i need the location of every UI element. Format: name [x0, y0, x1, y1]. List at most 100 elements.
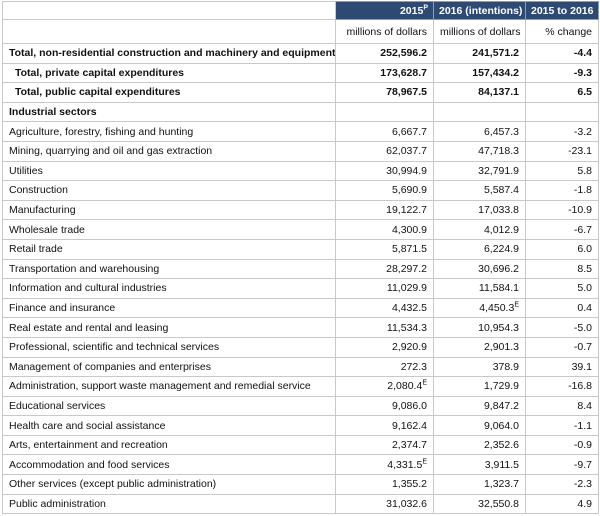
units-row: millions of dollars millions of dollars … [2, 19, 599, 44]
value-2015: 2,080.4E [335, 376, 434, 397]
row-label: Arts, entertainment and recreation [2, 434, 336, 456]
row-label: Total, public capital expenditures [2, 82, 336, 103]
value-2015: 28,297.2 [335, 258, 434, 280]
value-2016-text: 11,584.1 [478, 282, 519, 295]
table-row: Educational services 9,086.0 9,847.2 8.4 [2, 395, 599, 417]
value-2015-text: 4,331.5 [387, 458, 423, 471]
value-2015: 31,032.6 [335, 493, 434, 515]
value-2016-text: 4,450.3 [479, 302, 515, 315]
percent-change: -3.2 [525, 121, 599, 142]
value-2016: 6,224.9 [433, 238, 526, 260]
quality-flag: E [422, 379, 427, 387]
value-2016-text: 6,224.9 [483, 243, 519, 256]
value-2015-text: 78,967.5 [386, 86, 427, 99]
percent-change: -2.3 [525, 474, 599, 495]
row-label: Educational services [2, 395, 336, 417]
value-2016-text: 2,901.3 [483, 341, 519, 354]
quality-flag: E [514, 301, 519, 309]
percent-change: -16.8 [525, 376, 599, 397]
row-label: Management of companies and enterprises [2, 356, 336, 378]
value-2016: 2,352.6 [433, 434, 526, 456]
table-row: Transportation and warehousing 28,297.2 30… [2, 258, 599, 280]
percent-change: -5.0 [525, 317, 599, 338]
row-label: Agriculture, forestry, fishing and hunti… [2, 121, 336, 142]
units-corner [2, 19, 336, 44]
value-2016-text: 4,012.9 [483, 223, 519, 236]
table-row: Administration, support waste management… [2, 376, 599, 397]
row-label: Total, private capital expenditures [2, 62, 336, 84]
percent-change: 5.0 [525, 278, 599, 299]
percent-change: -23.1 [525, 140, 599, 162]
value-2016: 4,012.9 [433, 219, 526, 240]
value-2016-text: 9,847.2 [483, 399, 519, 412]
value-2015-text: 173,628.7 [380, 66, 427, 79]
value-2016: 84,137.1 [433, 82, 526, 103]
percent-change: -1.1 [525, 415, 599, 436]
row-label: Wholesale trade [2, 219, 336, 240]
table-row: Agriculture, forestry, fishing and hunti… [2, 121, 599, 142]
percent-change: -4.4 [525, 43, 599, 64]
percent-change: 4.9 [525, 493, 599, 515]
value-2015-text: 11,029.9 [386, 282, 427, 295]
value-2015: 252,596.2 [335, 43, 434, 64]
value-2015: 78,967.5 [335, 82, 434, 103]
percent-change: 8.5 [525, 258, 599, 280]
table-container: 2015P 2016 (intentions) 2015 to 2016 mil… [0, 0, 600, 516]
value-2015-text: 4,432.5 [391, 302, 427, 315]
table-row: Total, public capital expenditures 78,967… [2, 82, 599, 103]
percent-change: 8.4 [525, 395, 599, 417]
value-2016: 30,696.2 [433, 258, 526, 280]
value-2015: 9,162.4 [335, 415, 434, 436]
percent-change: -6.7 [525, 219, 599, 240]
value-2015: 173,628.7 [335, 62, 434, 84]
value-2016: 4,450.3E [433, 297, 526, 319]
header-2016: 2016 (intentions) [433, 1, 526, 20]
value-2016-text: 6,457.3 [483, 125, 519, 138]
value-2016: 6,457.3 [433, 121, 526, 142]
header-2015: 2015P [335, 1, 434, 20]
units-2015: millions of dollars [335, 19, 434, 44]
table-row: Retail trade 5,871.5 6,224.9 6.0 [2, 238, 599, 260]
value-2016-text: 1,323.7 [483, 478, 519, 491]
row-label: Construction [2, 180, 336, 201]
value-2015-text: 5,871.5 [391, 243, 427, 256]
row-label: Retail trade [2, 238, 336, 260]
value-2015: 6,667.7 [335, 121, 434, 142]
value-2016: 17,033.8 [433, 199, 526, 221]
percent-change: -9.3 [525, 62, 599, 84]
value-2015-text: 5,690.9 [391, 184, 427, 197]
row-label: Other services (except public administra… [2, 474, 336, 495]
value-2015: 30,994.9 [335, 160, 434, 182]
value-2015: 5,690.9 [335, 180, 434, 201]
table-row: Management of companies and enterprises 2… [2, 356, 599, 378]
table-row: Industrial sectors [2, 101, 599, 123]
value-2016: 241,571.2 [433, 43, 526, 64]
table-row: Public administration 31,032.6 32,550.8 4.9 [2, 493, 599, 515]
value-2016 [433, 101, 526, 123]
quality-flag: E [422, 458, 427, 466]
percent-change: 0.4 [525, 297, 599, 319]
table-row: Wholesale trade 4,300.9 4,012.9 -6.7 [2, 219, 599, 240]
percent-change: -10.9 [525, 199, 599, 221]
value-2016: 157,434.2 [433, 62, 526, 84]
table-row: Other services (except public administra… [2, 474, 599, 495]
table-row: Information and cultural industries 11,02… [2, 278, 599, 299]
value-2015: 272.3 [335, 356, 434, 378]
table-row: Total, non-residential construction and … [2, 43, 599, 64]
table-row: Construction 5,690.9 5,587.4 -1.8 [2, 180, 599, 201]
value-2016: 1,729.9 [433, 376, 526, 397]
row-label: Finance and insurance [2, 297, 336, 319]
table-row: Finance and insurance 4,432.5 4,450.3E 0.4 [2, 297, 599, 319]
value-2015: 2,920.9 [335, 336, 434, 358]
row-label: Industrial sectors [2, 101, 336, 123]
value-2016-text: 30,696.2 [478, 262, 519, 275]
value-2015-text: 28,297.2 [386, 262, 427, 275]
percent-change: 6.5 [525, 82, 599, 103]
percent-change: 39.1 [525, 356, 599, 378]
value-2015: 2,374.7 [335, 434, 434, 456]
value-2015-text: 2,920.9 [391, 341, 427, 354]
capital-expenditures-table: 2015P 2016 (intentions) 2015 to 2016 mil… [2, 1, 599, 515]
value-2016-text: 1,729.9 [483, 380, 519, 393]
value-2016: 32,791.9 [433, 160, 526, 182]
value-2016-text: 5,587.4 [483, 184, 519, 197]
